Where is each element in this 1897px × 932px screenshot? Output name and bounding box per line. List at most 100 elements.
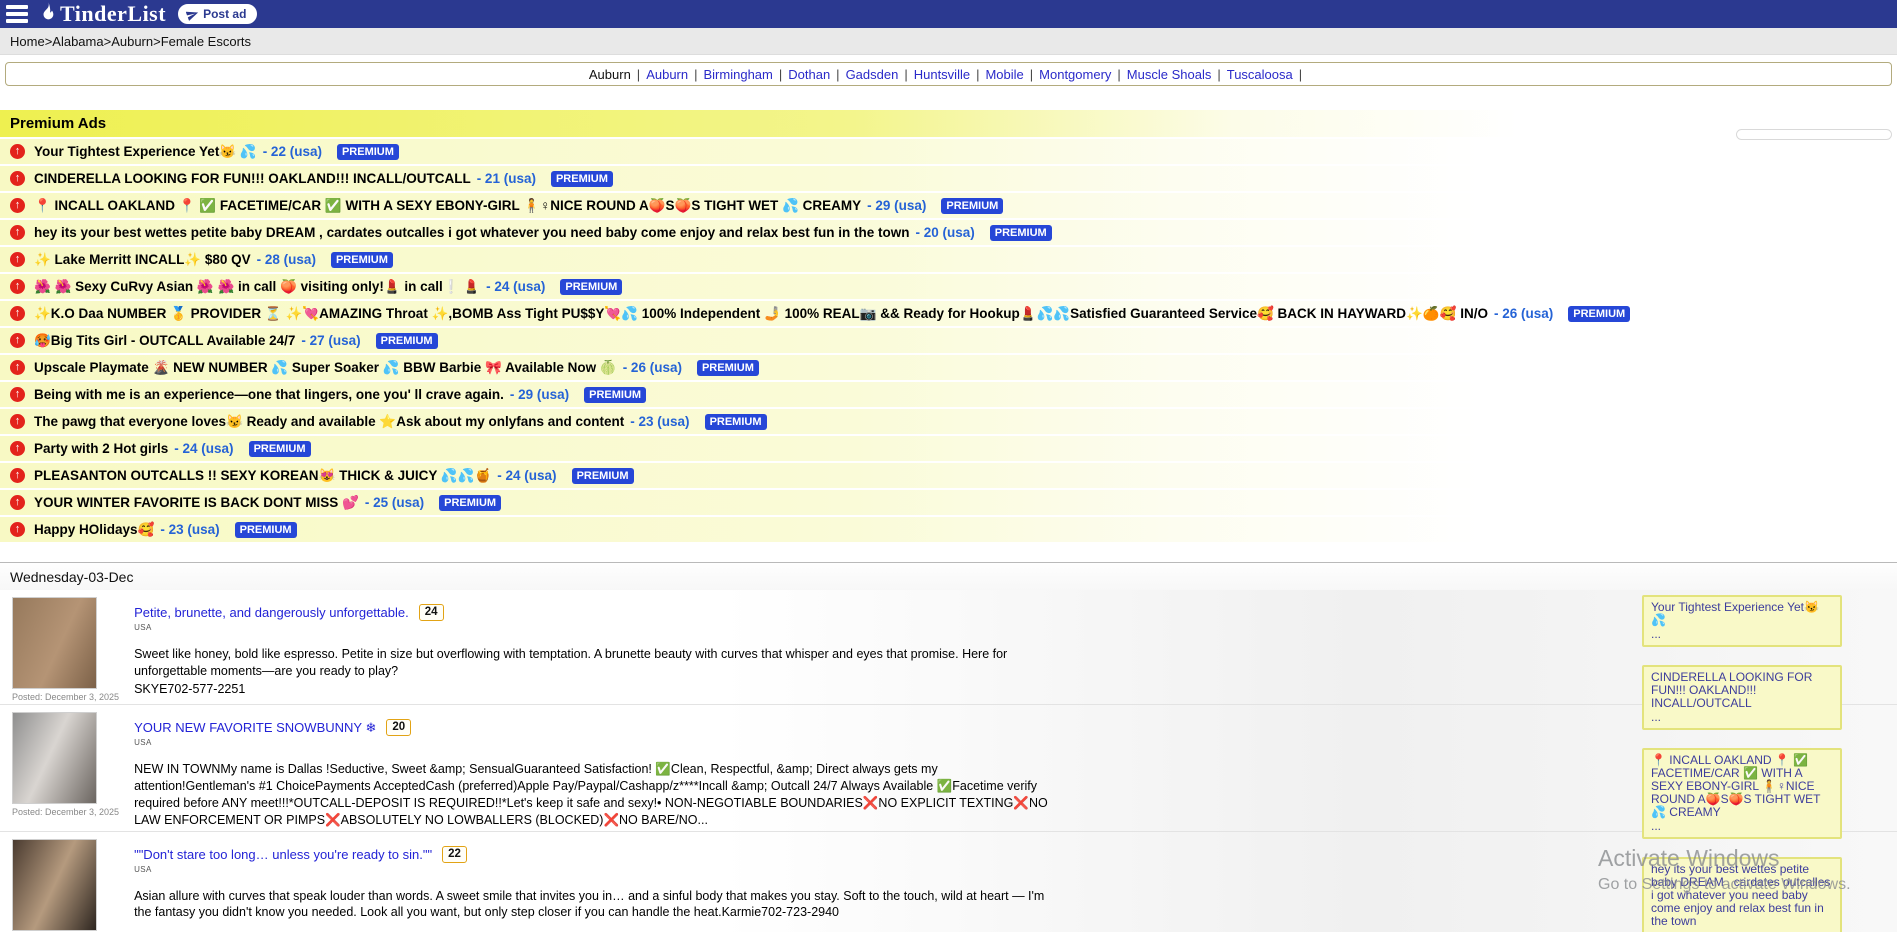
premium-ad-link[interactable]: Happy HOlidays🥰 [34, 522, 154, 538]
sidebar-ad-title: CINDERELLA LOOKING FOR FUN!!! OAKLAND!!!… [1651, 671, 1833, 710]
listing-thumb-column: Posted: December 3, 2025 [12, 597, 119, 702]
premium-ad-age: - 26 (usa) [1494, 306, 1553, 321]
bump-up-icon: ↑ [10, 387, 25, 402]
premium-badge: PREMIUM [584, 387, 646, 403]
table-row: Posted: December 3, 2025 Petite, brunette… [0, 590, 1897, 704]
city-separator: | [1030, 67, 1033, 82]
premium-ad-link[interactable]: PLEASANTON OUTCALLS !! SEXY KOREAN😻 THIC… [34, 468, 491, 484]
listing-title-row: YOUR NEW FAVORITE SNOWBUNNY ❄20 [134, 719, 1059, 736]
premium-ad-link[interactable]: 📍 INCALL OAKLAND 📍 ✅ FACETIME/CAR ✅ WITH… [34, 198, 861, 214]
premium-ad-link[interactable]: The pawg that everyone loves😼 Ready and … [34, 414, 624, 430]
premium-ads-section: Premium Ads ↑Your Tightest Experience Ye… [0, 110, 1897, 542]
breadcrumb-item-auburn[interactable]: Auburn [111, 34, 153, 49]
table-row: Posted: December 3, 2025 YOUR NEW FAVORIT… [0, 704, 1897, 831]
posted-date: Posted: December 3, 2025 [12, 807, 119, 817]
premium-badge: PREMIUM [941, 198, 1003, 214]
premium-ad-age: - 28 (usa) [257, 252, 316, 267]
city-separator: | [1299, 67, 1302, 82]
premium-ad-link[interactable]: Party with 2 Hot girls [34, 441, 168, 456]
listing-thumbnail[interactable] [12, 712, 97, 804]
premium-badge: PREMIUM [1568, 306, 1630, 322]
premium-badge: PREMIUM [337, 144, 399, 160]
city-link-tuscaloosa[interactable]: Tuscaloosa [1227, 67, 1293, 82]
breadcrumb-separator: > [45, 34, 53, 49]
city-separator: | [1217, 67, 1220, 82]
age-badge: 22 [442, 846, 467, 863]
premium-ad-age: - 29 (usa) [510, 387, 569, 402]
listing-title-link[interactable]: Petite, brunette, and dangerously unforg… [134, 605, 409, 620]
city-link-dothan[interactable]: Dothan [788, 67, 830, 82]
listing-contact: SKYE702-577-2251 [134, 682, 1059, 696]
sidebar-ad-more: ... [1651, 711, 1833, 724]
bump-up-icon: ↑ [10, 252, 25, 267]
listing-thumbnail[interactable] [12, 597, 97, 689]
bump-up-icon: ↑ [10, 495, 25, 510]
city-link-mobile[interactable]: Mobile [985, 67, 1023, 82]
city-link-montgomery[interactable]: Montgomery [1039, 67, 1111, 82]
city-separator: | [694, 67, 697, 82]
breadcrumb-item-home[interactable]: Home [10, 34, 45, 49]
premium-ad-age: - 27 (usa) [301, 333, 360, 348]
city-link-gadsden[interactable]: Gadsden [846, 67, 899, 82]
premium-ad-age: - 20 (usa) [915, 225, 974, 240]
listing-thumbnail[interactable] [12, 839, 97, 931]
sidebar-premium-box[interactable]: 📍 INCALL OAKLAND 📍 ✅ FACETIME/CAR ✅ WITH… [1642, 748, 1842, 839]
premium-ad-link[interactable]: 🌺 🌺 Sexy CuRvy Asian 🌺 🌺 in call 🍑 visit… [34, 279, 480, 295]
premium-ad-link[interactable]: Being with me is an experience—one that … [34, 387, 504, 402]
breadcrumb-item-female-escorts[interactable]: Female Escorts [161, 34, 251, 49]
premium-ad-row: ↑hey its your best wettes petite baby DR… [0, 220, 1897, 245]
bump-up-icon: ↑ [10, 306, 25, 321]
premium-ad-link[interactable]: hey its your best wettes petite baby DRE… [34, 225, 909, 240]
city-separator: | [836, 67, 839, 82]
listing-title-row: ""Don't stare too long… unless you're re… [134, 846, 1059, 863]
premium-ad-link[interactable]: Upscale Playmate 🌋 NEW NUMBER 💦 Super So… [34, 360, 617, 376]
city-link-auburn[interactable]: Auburn [646, 67, 688, 82]
city-link-birmingham[interactable]: Birmingham [704, 67, 773, 82]
premium-ad-age: - 24 (usa) [486, 279, 545, 294]
sidebar-premium-box[interactable]: hey its your best wettes petite baby DRE… [1642, 857, 1842, 932]
listing-title-row: Petite, brunette, and dangerously unforg… [134, 604, 1059, 621]
sidebar-ad-title: Your Tightest Experience Yet😼 💦 [1651, 601, 1833, 627]
premium-ad-age: - 22 (usa) [263, 144, 322, 159]
premium-ad-age: - 26 (usa) [623, 360, 682, 375]
listing-title-link[interactable]: ""Don't stare too long… unless you're re… [134, 847, 432, 862]
city-separator: | [1117, 67, 1120, 82]
listing-description: Sweet like honey, bold like espresso. Pe… [134, 646, 1059, 680]
premium-ad-link[interactable]: 🥵Big Tits Girl - OUTCALL Available 24/7 [34, 333, 295, 349]
city-link-huntsville[interactable]: Huntsville [914, 67, 970, 82]
premium-badge: PREMIUM [249, 441, 311, 457]
sidebar-premium-box[interactable]: CINDERELLA LOOKING FOR FUN!!! OAKLAND!!!… [1642, 665, 1842, 730]
bump-up-icon: ↑ [10, 333, 25, 348]
bump-up-icon: ↑ [10, 360, 25, 375]
menu-icon[interactable] [6, 5, 28, 23]
breadcrumb-item-alabama[interactable]: Alabama [52, 34, 103, 49]
premium-ad-row: ↑ ✨K.O Daa NUMBER 🥇 PROVIDER ⏳ ✨💘AMAZING … [0, 301, 1897, 326]
premium-ad-link[interactable]: ✨K.O Daa NUMBER 🥇 PROVIDER ⏳ ✨💘AMAZING T… [34, 306, 1488, 322]
bump-up-icon: ↑ [10, 414, 25, 429]
listing-feed: Wednesday-03-Dec Posted: December 3, 202… [0, 562, 1897, 932]
site-title: TinderList [60, 1, 166, 27]
premium-ad-link[interactable]: Your Tightest Experience Yet😼 💦 [34, 144, 257, 160]
premium-badge: PREMIUM [235, 522, 297, 538]
sidebar-ad-title: 📍 INCALL OAKLAND 📍 ✅ FACETIME/CAR ✅ WITH… [1651, 754, 1833, 819]
breadcrumb: Home >Alabama>Auburn >Female Escorts [0, 28, 1897, 55]
bump-up-icon: ↑ [10, 441, 25, 456]
premium-ad-link[interactable]: ✨ Lake Merritt INCALL✨ $80 QV [34, 252, 251, 268]
premium-ad-row: ↑ ✨ Lake Merritt INCALL✨ $80 QV - 28 (usa)… [0, 247, 1897, 272]
premium-ad-age: - 23 (usa) [160, 522, 219, 537]
site-logo[interactable]: TinderList [38, 0, 166, 28]
city-separator: | [637, 67, 640, 82]
country-label: USA [134, 865, 1059, 874]
premium-ad-link[interactable]: CINDERELLA LOOKING FOR FUN!!! OAKLAND!!!… [34, 171, 471, 186]
post-ad-button[interactable]: Post ad [178, 4, 257, 24]
date-header: Wednesday-03-Dec [0, 562, 1897, 590]
premium-ad-row: ↑ 🥵Big Tits Girl - OUTCALL Available 24/7… [0, 328, 1897, 353]
sidebar-ad-title: hey its your best wettes petite baby DRE… [1651, 863, 1833, 928]
bump-up-icon: ↑ [10, 279, 25, 294]
premium-badge: PREMIUM [697, 360, 759, 376]
listing-title-link[interactable]: YOUR NEW FAVORITE SNOWBUNNY ❄ [134, 720, 376, 736]
premium-ad-row: ↑Party with 2 Hot girls- 24 (usa)PREMIUM [0, 436, 1897, 461]
sidebar-premium-box[interactable]: Your Tightest Experience Yet😼 💦... [1642, 595, 1842, 647]
city-link-muscle-shoals[interactable]: Muscle Shoals [1127, 67, 1212, 82]
premium-ad-link[interactable]: YOUR WINTER FAVORITE IS BACK DONT MISS 💕 [34, 495, 359, 511]
